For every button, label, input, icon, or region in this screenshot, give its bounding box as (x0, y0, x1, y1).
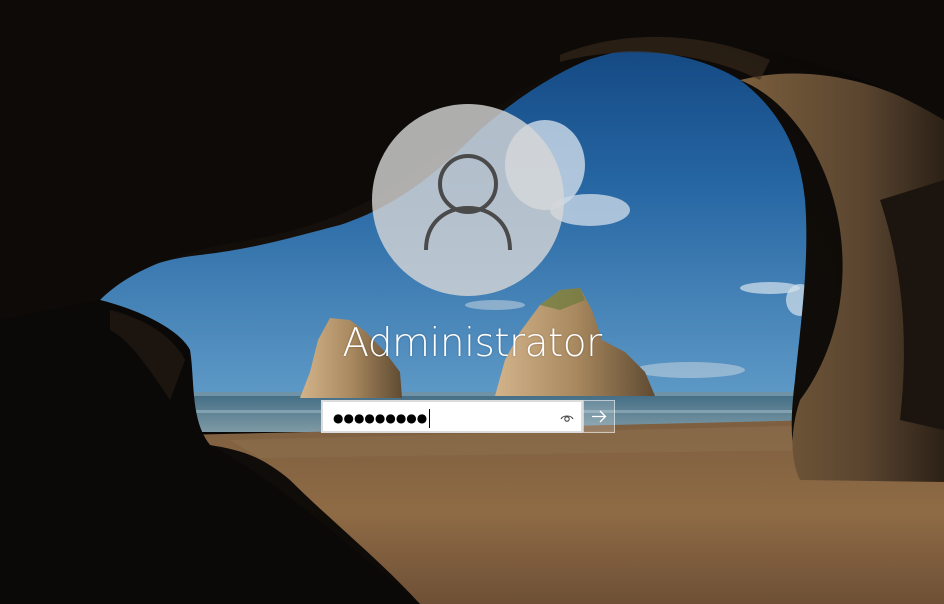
submit-button[interactable] (583, 400, 615, 433)
password-row: ●●●●●●●●● (321, 400, 615, 433)
background-wallpaper (0, 0, 944, 604)
user-avatar (372, 104, 564, 296)
password-masked-value: ●●●●●●●●● (333, 411, 428, 425)
eye-icon[interactable] (559, 410, 575, 426)
login-screen: Administrator ●●●●●●●●● (0, 0, 944, 604)
arrow-right-icon (592, 410, 607, 423)
password-field[interactable]: ●●●●●●●●● (321, 400, 583, 433)
text-caret (429, 409, 430, 428)
username-label: Administrator (342, 321, 602, 366)
user-silhouette-icon (424, 154, 512, 251)
